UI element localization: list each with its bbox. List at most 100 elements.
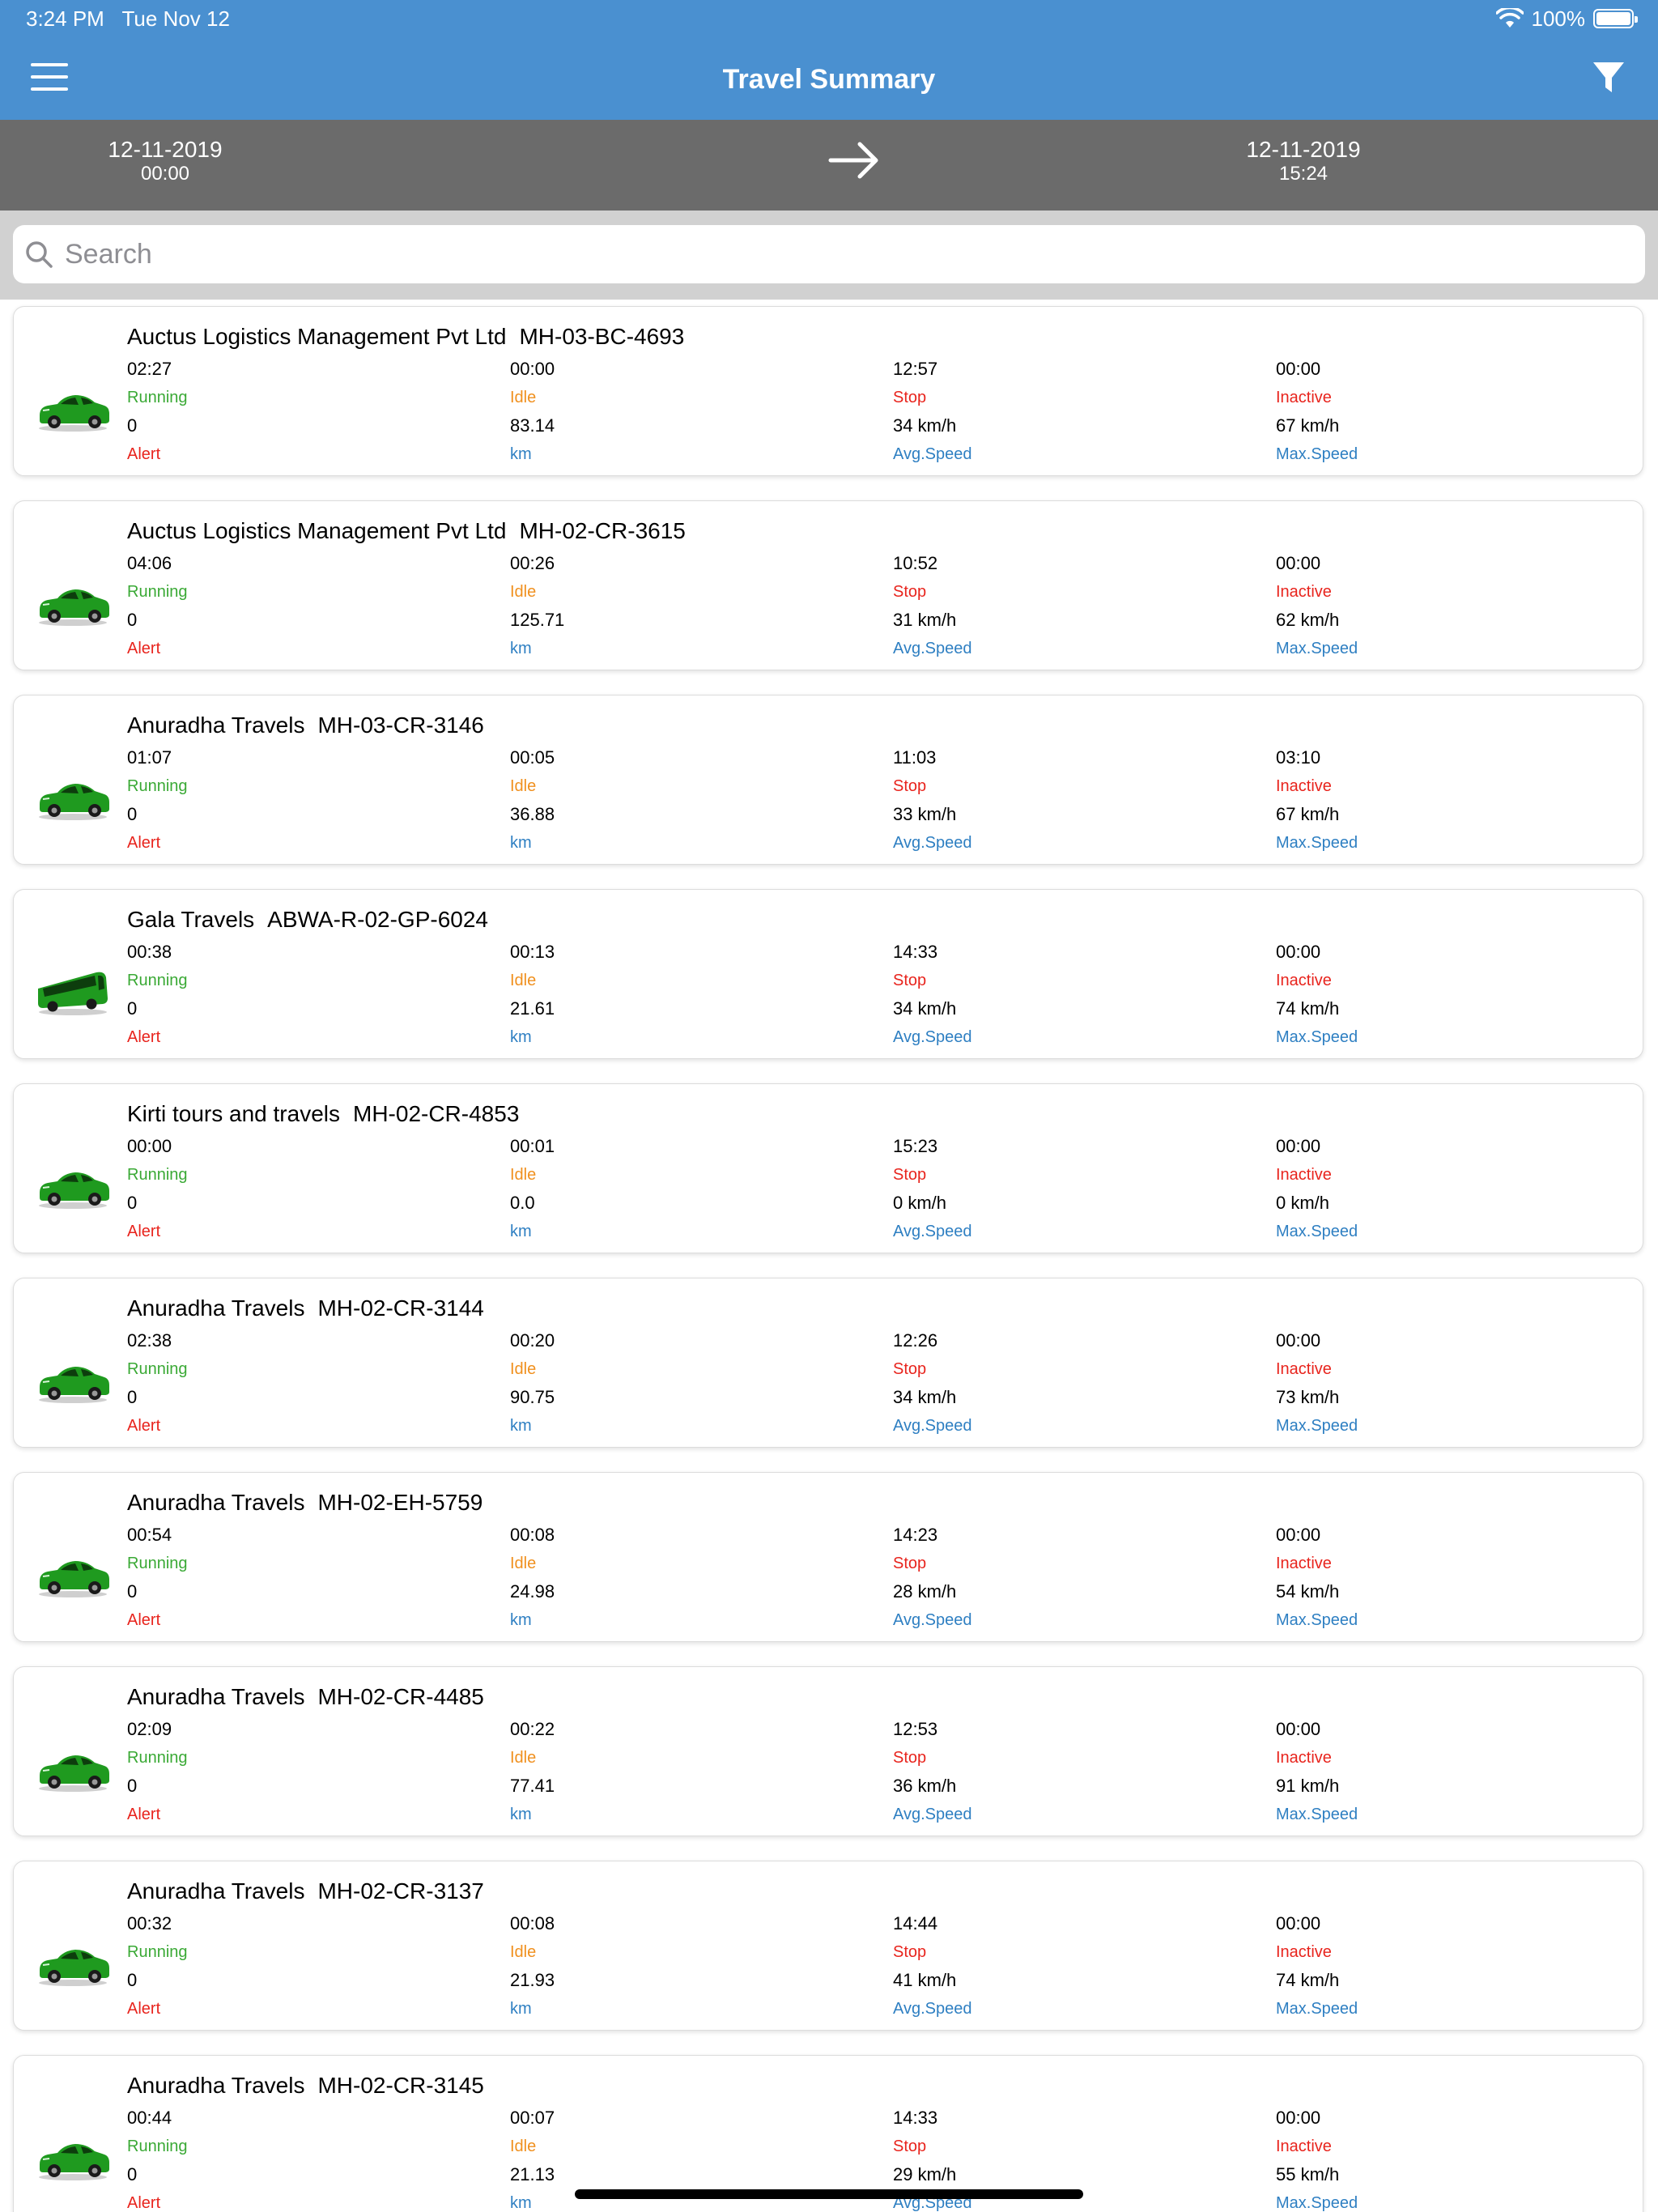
running-value: 00:54	[127, 1525, 172, 1545]
alert-label: Alert	[127, 834, 161, 852]
stop-label: Stop	[893, 2138, 927, 2155]
km-value: 36.88	[510, 804, 555, 824]
vehicle-card[interactable]: Gala Travels ABWA-R-02-GP-6024 00:38 Runnin…	[13, 889, 1643, 1059]
km-value: 125.71	[510, 610, 565, 630]
stat-column-idle: 00:13 Idle 21.61 km	[510, 942, 891, 1055]
inactive-label: Inactive	[1276, 1555, 1332, 1572]
company-name: Anuradha Travels	[127, 713, 305, 738]
max-value: 62 km/h	[1276, 610, 1340, 630]
running-value: 02:38	[127, 1330, 172, 1351]
inactive-label: Inactive	[1276, 583, 1332, 601]
stat-column-running: 00:44 Running 0 Alert	[127, 2108, 508, 2212]
inactive-value: 00:00	[1276, 1136, 1321, 1156]
vehicle-card[interactable]: Auctus Logistics Management Pvt Ltd MH-03…	[13, 306, 1643, 476]
inactive-value: 00:00	[1276, 2108, 1321, 2128]
search-input[interactable]	[65, 238, 1603, 270]
stat-column-inactive: 00:00 Inactive 74 km/h Max.Speed	[1276, 1913, 1656, 2027]
stat-column-stop: 14:23 Stop 28 km/h Avg.Speed	[893, 1525, 1273, 1638]
vehicle-plate: MH-02-EH-5759	[317, 1490, 483, 1515]
running-label: Running	[127, 1749, 188, 1767]
km-label: km	[510, 1806, 532, 1823]
stat-column-running: 00:54 Running 0 Alert	[127, 1525, 508, 1638]
vehicle-card[interactable]: Anuradha Travels MH-02-CR-3137 00:32 Runnin…	[13, 1861, 1643, 2031]
stat-column-inactive: 00:00 Inactive 74 km/h Max.Speed	[1276, 942, 1656, 1055]
search-box[interactable]	[13, 225, 1645, 283]
max-label: Max.Speed	[1276, 1806, 1358, 1823]
to-date[interactable]: 12-11-2019 15:24	[1214, 138, 1392, 186]
max-label: Max.Speed	[1276, 1611, 1358, 1629]
vehicle-card[interactable]: Anuradha Travels MH-02-CR-3144 02:38 Runnin…	[13, 1278, 1643, 1448]
stop-label: Stop	[893, 1166, 927, 1184]
inactive-label: Inactive	[1276, 1749, 1332, 1767]
company-name: Auctus Logistics Management Pvt Ltd	[127, 518, 507, 543]
vehicle-card[interactable]: Kirti tours and travels MH-02-CR-4853 00:0…	[13, 1083, 1643, 1253]
idle-label: Idle	[510, 972, 537, 989]
alert-value: 0	[127, 1970, 138, 1990]
vehicle-plate: MH-02-CR-3145	[317, 2073, 484, 2098]
km-value: 21.61	[510, 998, 555, 1019]
vehicle-card[interactable]: Anuradha Travels MH-02-CR-3145 00:44 Runnin…	[13, 2055, 1643, 2212]
alert-label: Alert	[127, 640, 161, 657]
status-clock: 3:24 PM	[26, 6, 104, 31]
car-icon	[35, 1549, 111, 1599]
to-time-value: 15:24	[1278, 163, 1329, 185]
vehicle-card[interactable]: Anuradha Travels MH-03-CR-3146 01:07 Runnin…	[13, 695, 1643, 865]
idle-value: 00:08	[510, 1525, 555, 1545]
stop-value: 14:33	[893, 2108, 938, 2128]
stat-column-running: 02:27 Running 0 Alert	[127, 359, 508, 472]
from-date-value: 12-11-2019	[108, 137, 223, 162]
alert-value: 0	[127, 1776, 138, 1796]
inactive-value: 00:00	[1276, 1719, 1321, 1739]
stat-column-running: 00:32 Running 0 Alert	[127, 1913, 508, 2027]
stat-column-stop: 14:33 Stop 34 km/h Avg.Speed	[893, 942, 1273, 1055]
company-name: Gala Travels	[127, 907, 255, 932]
from-time-value: 00:00	[140, 163, 190, 185]
vehicle-card[interactable]: Anuradha Travels MH-02-EH-5759 00:54 Runnin…	[13, 1472, 1643, 1642]
stat-column-idle: 00:20 Idle 90.75 km	[510, 1330, 891, 1444]
stat-column-inactive: 03:10 Inactive 67 km/h Max.Speed	[1276, 747, 1656, 861]
to-date-value: 12-11-2019	[1246, 137, 1361, 162]
stop-label: Stop	[893, 972, 927, 989]
idle-label: Idle	[510, 777, 537, 795]
vehicle-title: Anuradha Travels MH-02-EH-5759	[127, 1489, 483, 1516]
filter-icon[interactable]	[1592, 60, 1626, 96]
running-value: 02:27	[127, 359, 172, 379]
vehicle-card[interactable]: Auctus Logistics Management Pvt Ltd MH-02…	[13, 500, 1643, 670]
max-label: Max.Speed	[1276, 640, 1358, 657]
idle-label: Idle	[510, 1943, 537, 1961]
avg-value: 0 km/h	[893, 1193, 947, 1213]
company-name: Auctus Logistics Management Pvt Ltd	[127, 324, 507, 349]
inactive-value: 00:00	[1276, 359, 1321, 379]
stop-label: Stop	[893, 777, 927, 795]
vehicle-list: Auctus Logistics Management Pvt Ltd MH-03…	[0, 300, 1658, 2212]
running-label: Running	[127, 1360, 188, 1378]
stat-column-inactive: 00:00 Inactive 54 km/h Max.Speed	[1276, 1525, 1656, 1638]
stat-column-stop: 12:57 Stop 34 km/h Avg.Speed	[893, 359, 1273, 472]
from-date[interactable]: 12-11-2019 00:00	[76, 138, 254, 186]
alert-label: Alert	[127, 1806, 161, 1823]
max-value: 67 km/h	[1276, 804, 1340, 824]
vehicle-title: Kirti tours and travels MH-02-CR-4853	[127, 1100, 519, 1128]
inactive-value: 00:00	[1276, 553, 1321, 573]
max-value: 74 km/h	[1276, 998, 1340, 1019]
running-label: Running	[127, 1166, 188, 1184]
stop-value: 11:03	[893, 747, 937, 768]
stat-column-idle: 00:01 Idle 0.0 km	[510, 1136, 891, 1249]
stat-column-running: 02:38 Running 0 Alert	[127, 1330, 508, 1444]
idle-value: 00:22	[510, 1719, 555, 1739]
vehicle-plate: MH-03-BC-4693	[519, 324, 685, 349]
stat-column-idle: 00:05 Idle 36.88 km	[510, 747, 891, 861]
avg-value: 34 km/h	[893, 415, 957, 436]
max-value: 73 km/h	[1276, 1387, 1340, 1407]
vehicle-title: Anuradha Travels MH-02-CR-3145	[127, 2072, 484, 2099]
stop-value: 14:44	[893, 1913, 938, 1933]
idle-value: 00:20	[510, 1330, 555, 1351]
status-indicators: 100%	[1495, 6, 1638, 31]
idle-value: 00:05	[510, 747, 555, 768]
km-value: 21.93	[510, 1970, 555, 1990]
avg-label: Avg.Speed	[893, 1611, 972, 1629]
vehicle-title: Gala Travels ABWA-R-02-GP-6024	[127, 906, 488, 934]
running-label: Running	[127, 1943, 188, 1961]
inactive-value: 00:00	[1276, 1913, 1321, 1933]
vehicle-card[interactable]: Anuradha Travels MH-02-CR-4485 02:09 Runnin…	[13, 1666, 1643, 1836]
